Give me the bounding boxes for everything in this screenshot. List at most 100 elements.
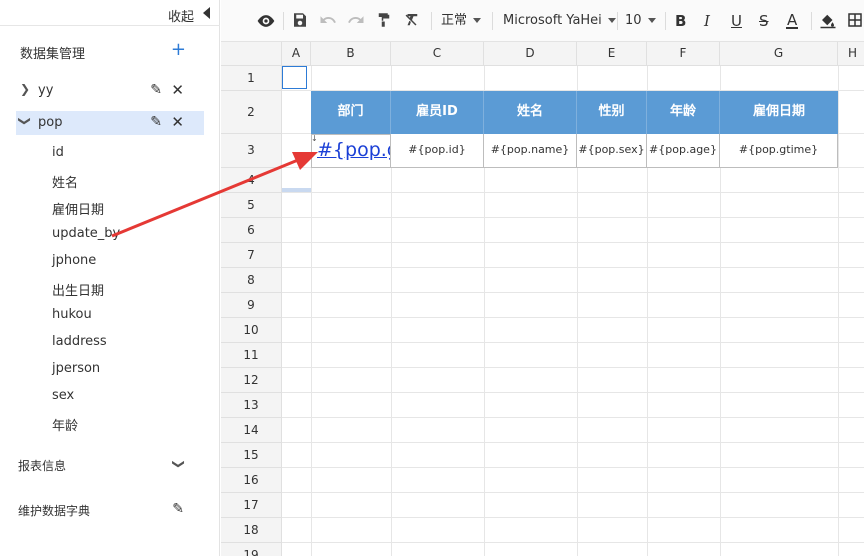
- drop-indicator: [282, 188, 311, 192]
- strikethrough-button[interactable]: S: [759, 11, 769, 31]
- dataset-name[interactable]: pop: [38, 115, 62, 130]
- field-item[interactable]: jperson: [52, 361, 100, 376]
- grid-corner[interactable]: [221, 42, 282, 66]
- pencil-icon[interactable]: ✎: [172, 501, 184, 517]
- row-header[interactable]: 16: [221, 468, 282, 493]
- column-header[interactable]: C: [391, 42, 484, 66]
- row-header[interactable]: 12: [221, 368, 282, 393]
- field-item[interactable]: 雇佣日期: [52, 199, 104, 218]
- header-cell[interactable]: 雇佣日期: [720, 91, 838, 134]
- undo-icon[interactable]: [319, 11, 337, 34]
- data-cell[interactable]: #{pop.name}: [484, 134, 577, 168]
- field-item[interactable]: 出生日期: [52, 280, 104, 299]
- chevron-down-icon[interactable]: ❯: [18, 116, 32, 126]
- header-cell[interactable]: 部门: [311, 91, 391, 134]
- column-header[interactable]: F: [647, 42, 720, 66]
- dataset-title: 数据集管理: [20, 47, 86, 62]
- eye-icon[interactable]: [256, 11, 276, 36]
- collapse-label[interactable]: 收起: [168, 6, 194, 25]
- dictionary-section[interactable]: 维护数据字典 ✎: [18, 501, 186, 522]
- toolbar-divider: [665, 12, 666, 30]
- row-header[interactable]: 5: [221, 193, 282, 218]
- pencil-icon[interactable]: ✎: [150, 82, 162, 98]
- row-header[interactable]: 19: [221, 543, 282, 556]
- chevron-down-icon[interactable]: ❯: [172, 459, 186, 469]
- redo-icon[interactable]: [347, 11, 365, 34]
- column-header[interactable]: E: [577, 42, 647, 66]
- cell-marker-icon: ↓: [311, 134, 318, 143]
- row-header[interactable]: 9: [221, 293, 282, 318]
- grid-line: [282, 492, 864, 493]
- report-info-label[interactable]: 报表信息: [18, 459, 66, 473]
- report-info-section[interactable]: 报表信息 ❯: [18, 457, 186, 477]
- column-header[interactable]: H: [838, 42, 864, 66]
- header-cell[interactable]: 性别: [577, 91, 647, 134]
- toolbar-divider: [617, 12, 618, 30]
- field-item[interactable]: 姓名: [52, 172, 78, 191]
- bold-button[interactable]: B: [675, 11, 686, 31]
- header-cell[interactable]: 雇员ID: [391, 91, 484, 134]
- dataset-item-pop[interactable]: ❯ pop ✎ ✕: [16, 111, 204, 135]
- close-icon[interactable]: ✕: [171, 113, 184, 131]
- plus-icon[interactable]: +: [171, 40, 186, 60]
- dataset-name[interactable]: yy: [38, 83, 53, 98]
- paint-roller-icon[interactable]: [375, 11, 393, 34]
- field-item[interactable]: sex: [52, 388, 74, 403]
- field-item[interactable]: id: [52, 145, 64, 160]
- collapse-caret-icon[interactable]: [203, 7, 210, 19]
- data-cell-dept[interactable]: #{pop.g: [311, 134, 391, 168]
- pencil-icon[interactable]: ✎: [150, 114, 162, 130]
- row-header[interactable]: 18: [221, 518, 282, 543]
- field-item[interactable]: laddress: [52, 334, 107, 349]
- column-header[interactable]: D: [484, 42, 577, 66]
- data-cell[interactable]: #{pop.sex}: [577, 134, 647, 168]
- data-cell[interactable]: #{pop.age}: [647, 134, 720, 168]
- field-item[interactable]: 年龄: [52, 415, 78, 434]
- row-header[interactable]: 15: [221, 443, 282, 468]
- field-item[interactable]: hukou: [52, 307, 92, 322]
- data-cell[interactable]: #{pop.gtime}: [720, 134, 838, 168]
- font-color-button[interactable]: A: [785, 11, 799, 29]
- row-header[interactable]: 2: [221, 91, 282, 134]
- row-header[interactable]: 8: [221, 268, 282, 293]
- close-icon[interactable]: ✕: [171, 81, 184, 99]
- save-icon[interactable]: [291, 11, 309, 34]
- row-header[interactable]: 17: [221, 493, 282, 518]
- grid-line: [282, 417, 864, 418]
- header-cell[interactable]: 年龄: [647, 91, 720, 134]
- spreadsheet-grid[interactable]: A B C D E F G H 1 2 3 4 5 6 7 8 9 10 11 …: [221, 42, 864, 556]
- header-cell[interactable]: 姓名: [484, 91, 577, 134]
- field-item[interactable]: jphone: [52, 253, 96, 268]
- grid-line: [282, 517, 864, 518]
- border-grid-icon[interactable]: [846, 11, 864, 34]
- row-header[interactable]: 3: [221, 134, 282, 168]
- style-select[interactable]: 正常: [441, 12, 482, 30]
- underline-button[interactable]: U: [731, 11, 742, 31]
- column-header[interactable]: G: [720, 42, 838, 66]
- italic-button[interactable]: I: [704, 11, 710, 31]
- row-header[interactable]: 7: [221, 243, 282, 268]
- chevron-right-icon[interactable]: ❯: [20, 82, 30, 96]
- dictionary-label[interactable]: 维护数据字典: [18, 504, 90, 518]
- row-header[interactable]: 13: [221, 393, 282, 418]
- font-size-select[interactable]: 10: [625, 12, 656, 30]
- selected-cell-a1[interactable]: [282, 66, 307, 89]
- collapse-bar[interactable]: 收起: [0, 0, 220, 26]
- column-header[interactable]: A: [282, 42, 311, 66]
- row-header[interactable]: 1: [221, 66, 282, 91]
- row-header[interactable]: 6: [221, 218, 282, 243]
- row-header[interactable]: 4: [221, 168, 282, 193]
- clear-format-icon[interactable]: [403, 11, 421, 34]
- data-cell[interactable]: #{pop.id}: [391, 134, 484, 168]
- paint-bucket-icon[interactable]: [819, 11, 837, 34]
- row-header[interactable]: 11: [221, 343, 282, 368]
- row-header[interactable]: 10: [221, 318, 282, 343]
- dataset-item-yy[interactable]: ❯ yy ✎ ✕: [16, 79, 204, 103]
- row-header[interactable]: 14: [221, 418, 282, 443]
- grid-line: [282, 367, 864, 368]
- column-header[interactable]: B: [311, 42, 391, 66]
- grid-line: [282, 217, 864, 218]
- font-family-select[interactable]: Microsoft YaHei: [503, 12, 616, 30]
- field-item[interactable]: update_by: [52, 226, 120, 241]
- toolbar-divider: [431, 12, 432, 30]
